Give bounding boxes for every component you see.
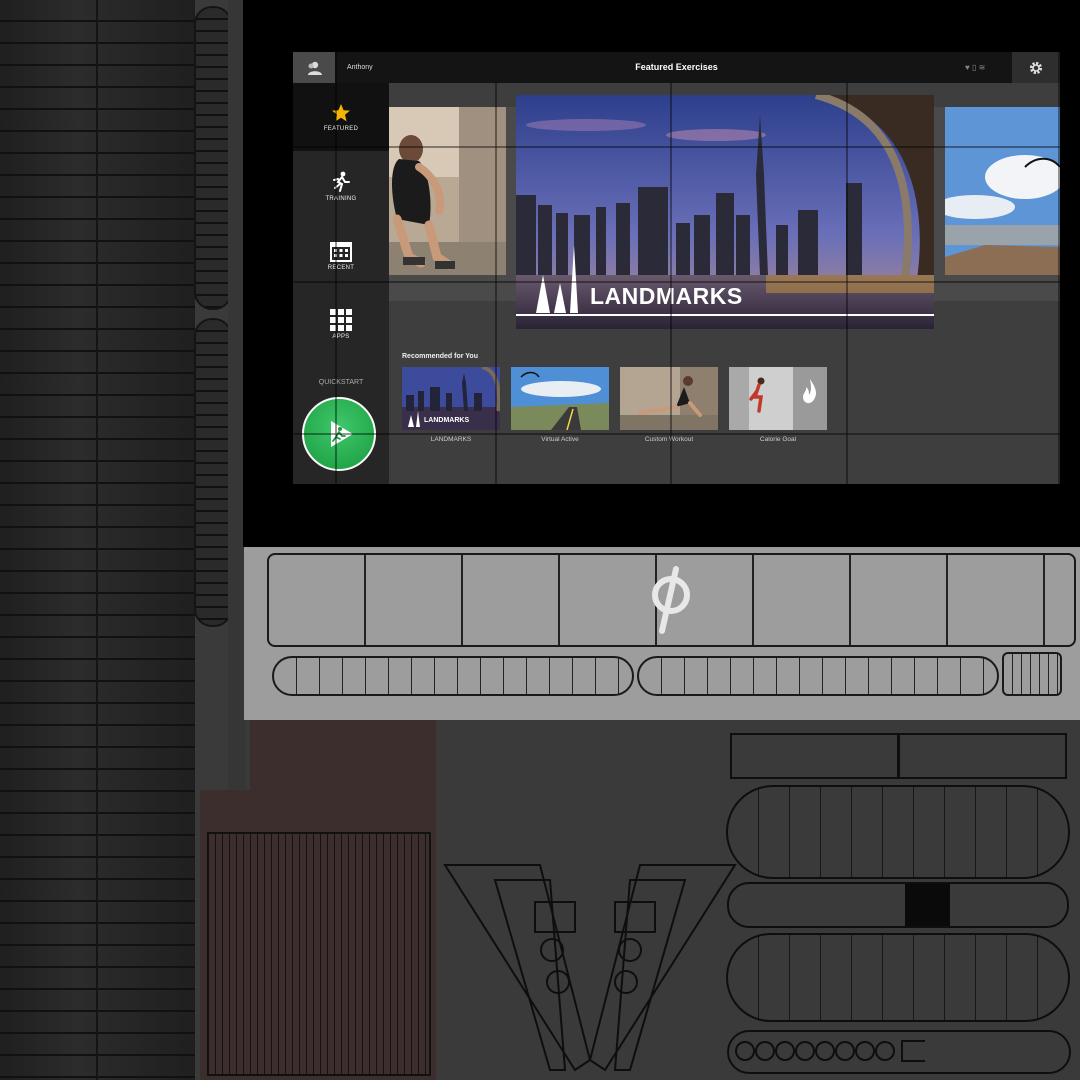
runner-icon: [333, 171, 350, 192]
texture-rail-lower: [194, 318, 232, 627]
featured-card-title: LANDMARKS: [590, 283, 743, 309]
recommended-label: Calorie Goal: [759, 436, 797, 443]
carousel-card-landmarks[interactable]: LANDMARKS: [516, 95, 934, 329]
texture-small-block: [1002, 652, 1062, 696]
sidebar-item-training[interactable]: TRAINING: [293, 152, 389, 220]
carousel-card-sky[interactable]: [945, 107, 1060, 275]
texture-wire-oval-lower: [726, 933, 1070, 1022]
wifi-icon: ≋: [978, 63, 986, 72]
app-screen: Anthony Featured Exercises ♥ ▯ ≋ FEATURE…: [293, 52, 1060, 484]
texture-wire-trapezoid-right: [898, 733, 1067, 779]
top-bar: Anthony Featured Exercises ♥ ▯ ≋: [293, 52, 1060, 83]
mountain-sky-photo: [945, 107, 1060, 275]
settings-button[interactable]: [1012, 52, 1060, 83]
sidebar-item-label: RECENT: [327, 264, 355, 271]
sidebar-item-recent[interactable]: RECENT: [293, 221, 389, 289]
texture-maroon-grid: [207, 832, 431, 1076]
recommended-tile-custom-workout[interactable]: [620, 367, 718, 430]
recommended-label: LANDMARKS: [430, 436, 472, 443]
sidebar-item-apps[interactable]: APPS: [293, 290, 389, 358]
recommended-label: Virtual Active: [541, 436, 579, 443]
recommended-tile-calorie-goal[interactable]: [729, 367, 827, 430]
recommended-tile-landmarks[interactable]: LANDMARKS: [402, 367, 500, 430]
carousel-card-workout[interactable]: [389, 107, 506, 275]
page-title: Featured Exercises: [635, 62, 718, 72]
brand-logo-icon: [652, 566, 690, 634]
virtual-active-thumbnail: [511, 367, 609, 430]
status-icons: ♥ ▯ ≋: [965, 52, 985, 83]
texture-wire-circles: [735, 1040, 925, 1062]
recommended-tile-virtual-active[interactable]: [511, 367, 609, 430]
quickstart-button[interactable]: [302, 397, 376, 471]
texture-left-strip: [0, 0, 195, 1080]
texture-wire-trapezoid-left: [730, 733, 899, 779]
featured-card-underline: [516, 314, 934, 316]
texture-wire-oval-upper: [726, 785, 1070, 879]
custom-workout-thumbnail: [620, 367, 718, 430]
play-runner-icon: [331, 421, 353, 447]
sidebar: FEATURED TRAINING RECENT APPS QUICKSTART: [293, 83, 389, 484]
gear-icon: [1029, 61, 1043, 74]
calorie-goal-thumbnail: [729, 367, 827, 430]
workout-photo: [389, 107, 506, 275]
sidebar-item-label: FEATURED: [323, 125, 359, 132]
quickstart-label: QUICKSTART: [318, 379, 364, 386]
recommended-label: Custom Workout: [644, 436, 694, 443]
texture-pill-right: [637, 656, 999, 696]
texture-pill-left: [272, 656, 634, 696]
sidebar-item-label: TRAINING: [325, 195, 357, 202]
calendar-icon: [330, 241, 352, 262]
star-icon: [332, 103, 350, 121]
heart-icon: ♥: [965, 63, 970, 72]
thumbnail-badge: LANDMARKS: [424, 417, 470, 424]
sidebar-item-label: APPS: [332, 333, 350, 340]
battery-icon: ▯: [971, 63, 977, 72]
texture-wire-legs: [443, 864, 737, 1072]
sidebar-item-featured[interactable]: FEATURED: [293, 83, 389, 151]
recommended-heading: Recommended for You: [402, 353, 478, 360]
apps-grid-icon: [330, 308, 352, 331]
texture-wire-bar: [727, 882, 1069, 928]
texture-rail-upper: [194, 6, 232, 310]
